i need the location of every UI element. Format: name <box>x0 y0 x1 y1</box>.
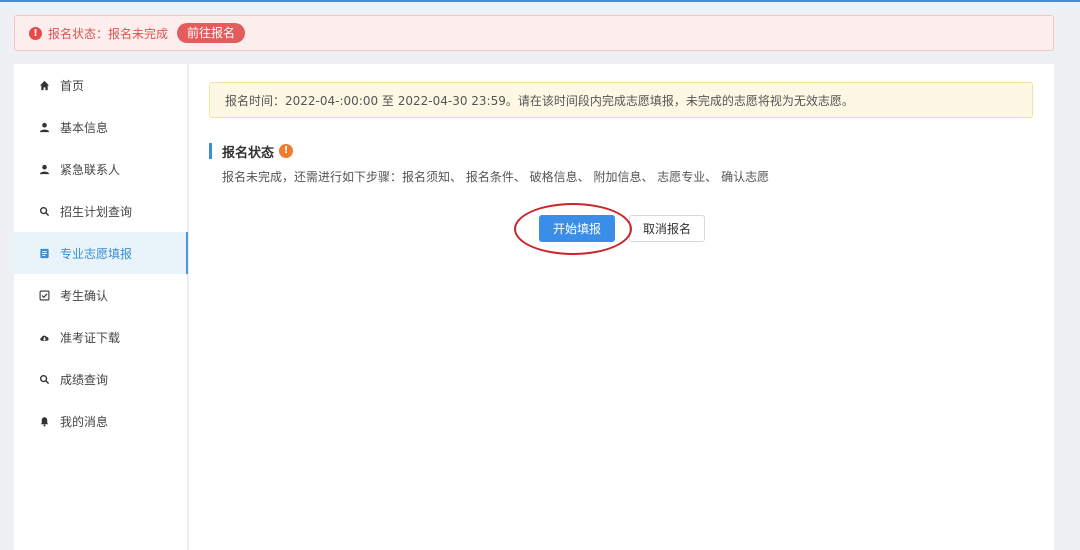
sidebar-item-my-messages[interactable]: 我的消息 <box>14 400 187 442</box>
start-filling-button[interactable]: 开始填报 <box>539 215 615 242</box>
sidebar-item-label: 考生确认 <box>60 288 109 303</box>
cloud-download-icon <box>38 331 50 343</box>
checkbox-icon <box>38 289 50 301</box>
document-icon <box>38 247 50 259</box>
home-icon <box>38 79 50 91</box>
go-register-button[interactable]: 前往报名 <box>177 23 246 43</box>
sidebar: 首页 基本信息 紧急联系人 招生计划查询 专业志愿填报 考生确认 准考证下载 成… <box>14 64 188 550</box>
sidebar-item-label: 准考证下载 <box>60 330 121 345</box>
section-title-text: 报名状态 <box>222 145 275 161</box>
search-icon <box>38 205 50 217</box>
sidebar-item-score-query[interactable]: 成绩查询 <box>14 358 187 400</box>
user-icon <box>38 163 50 175</box>
sidebar-item-enrollment-plan[interactable]: 招生计划查询 <box>14 190 187 232</box>
sidebar-item-label: 首页 <box>60 78 85 93</box>
sidebar-item-major-preference[interactable]: 专业志愿填报 <box>14 232 188 274</box>
sidebar-item-admission-ticket[interactable]: 准考证下载 <box>14 316 187 358</box>
main-content: 报名时间：2022-04-:00:00 至 2022-04-30 23:59。请… <box>189 64 1054 550</box>
registration-time-notice: 报名时间：2022-04-:00:00 至 2022-04-30 23:59。请… <box>209 82 1033 118</box>
search-icon <box>38 373 50 385</box>
sidebar-item-candidate-confirm[interactable]: 考生确认 <box>14 274 187 316</box>
sidebar-item-label: 成绩查询 <box>60 372 109 387</box>
bell-icon <box>38 415 50 427</box>
section-title: 报名状态 ! <box>209 143 294 161</box>
warning-icon: ! <box>279 144 294 158</box>
sidebar-item-emergency-contact[interactable]: 紧急联系人 <box>14 148 187 190</box>
action-buttons: 开始填报 取消报名 <box>539 215 705 242</box>
sidebar-item-label: 基本信息 <box>60 120 109 135</box>
sidebar-item-label: 我的消息 <box>60 414 109 429</box>
sidebar-item-label: 专业志愿填报 <box>60 246 133 261</box>
sidebar-item-home[interactable]: 首页 <box>14 64 187 106</box>
remaining-steps-text: 报名未完成，还需进行如下步骤：报名须知、 报名条件、 破格信息、 附加信息、 志… <box>222 170 770 184</box>
exclamation-circle-icon: ! <box>29 26 42 40</box>
user-icon <box>38 121 50 133</box>
sidebar-item-label: 招生计划查询 <box>60 204 133 219</box>
alert-text: 报名状态：报名未完成 <box>48 26 169 41</box>
registration-status-alert: ! 报名状态：报名未完成 前往报名 <box>14 15 1054 51</box>
top-accent-line <box>0 0 1080 2</box>
cancel-registration-button[interactable]: 取消报名 <box>629 215 705 242</box>
sidebar-item-basic-info[interactable]: 基本信息 <box>14 106 187 148</box>
sidebar-item-label: 紧急联系人 <box>60 162 121 177</box>
